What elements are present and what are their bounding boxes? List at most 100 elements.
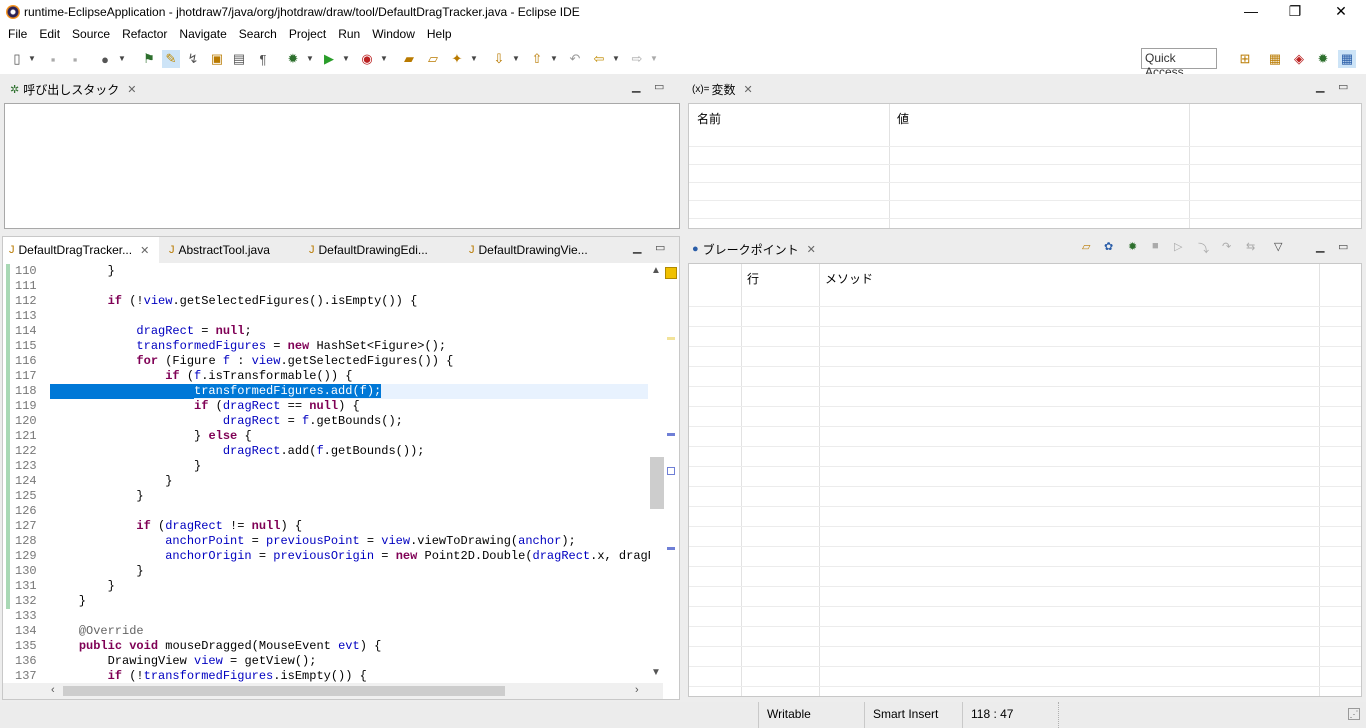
forward-icon[interactable]: ⇨ [628,50,646,68]
step-return-icon[interactable]: ⇆ [1246,240,1255,253]
menu-help[interactable]: Help [421,27,458,41]
menu-refactor[interactable]: Refactor [116,27,173,41]
code-line[interactable]: 129 anchorOrigin = previousOrigin = new … [6,549,650,564]
debug-icon[interactable]: ✹ [1128,240,1137,253]
run-dropdown-icon[interactable]: ▼ [342,50,350,68]
show-whitespace-icon[interactable]: ¶ [254,50,272,68]
quick-access-field[interactable]: Quick Access [1141,48,1217,79]
new-java-project-icon[interactable]: ▰ [400,50,418,68]
last-edit-location-icon[interactable]: ↶ [566,50,584,68]
menu-project[interactable]: Project [283,27,332,41]
code-line[interactable]: 133 [6,609,650,624]
java-perspective-icon[interactable]: ◈ [1290,50,1308,68]
toggle-breadcrumb-icon[interactable]: ↯ [184,50,202,68]
vertical-scrollbar-thumb[interactable] [650,457,664,509]
minimize-button[interactable]: — [1228,0,1274,24]
code-line[interactable]: 110 } [6,264,650,279]
mark-occurrences-icon[interactable]: ✎ [162,50,180,68]
menu-source[interactable]: Source [66,27,116,41]
tab-variables[interactable]: (x)= 変数 ✕ [686,76,759,102]
variables-table[interactable]: 名前 値 [688,103,1362,229]
next-annotation-icon[interactable]: ⇩ [490,50,508,68]
minimize-view-icon[interactable]: ▁ [1316,80,1324,93]
code-line[interactable]: 117 if (f.isTransformable()) { [6,369,650,384]
scroll-up-icon[interactable]: ▲ [651,265,661,276]
column-header-line[interactable]: 行 [747,270,759,287]
code-line[interactable]: 118 transformedFigures.add(f); [6,384,650,399]
step-over-icon[interactable]: ↷ [1222,240,1231,253]
editor-tab-defaultdragtracker[interactable]: J DefaultDragTracker... ✕ [3,237,159,263]
overview-marker[interactable] [667,337,675,340]
tab-breakpoints[interactable]: ● ブレークポイント ✕ [686,236,822,262]
maximize-view-icon[interactable]: ▭ [1338,80,1348,93]
back-dropdown-icon[interactable]: ▼ [612,50,620,68]
search-icon[interactable]: ✦ [448,50,466,68]
scroll-down-icon[interactable]: ▼ [651,667,661,678]
minimize-view-icon[interactable]: ▁ [633,241,641,254]
menu-window[interactable]: Window [366,27,421,41]
view-menu-icon[interactable]: ▽ [1274,240,1282,253]
link-icon[interactable]: ✿ [1104,240,1113,253]
code-line[interactable]: 131 } [6,579,650,594]
restore-button[interactable]: ❐ [1272,0,1318,24]
column-header-name[interactable]: 名前 [697,110,721,127]
code-line[interactable]: 111 [6,279,650,294]
close-button[interactable]: ✕ [1318,0,1364,24]
code-line[interactable]: 115 transformedFigures = new HashSet<Fig… [6,339,650,354]
code-line[interactable]: 132 } [6,594,650,609]
maximize-view-icon[interactable]: ▭ [654,80,664,93]
external-tools-dropdown-icon[interactable]: ▼ [380,50,388,68]
debug-icon[interactable]: ✹ [284,50,302,68]
minimize-view-icon[interactable]: ▁ [1316,240,1324,253]
code-editor[interactable]: 110 } 111 112 if (!view.getSelectedFigures… [6,264,650,684]
overview-warning-marker[interactable] [665,267,677,279]
previous-annotation-icon[interactable]: ⇧ [528,50,546,68]
forward-dropdown-icon[interactable]: ▼ [650,50,658,68]
overview-marker[interactable] [667,547,675,550]
back-icon[interactable]: ⇦ [590,50,608,68]
resume-icon[interactable]: ▷ [1174,240,1182,253]
profile-dropdown-icon[interactable]: ▼ [118,50,126,68]
import-breakpoints-icon[interactable]: ▱ [1082,240,1090,253]
code-line[interactable]: 134 @Override [6,624,650,639]
search-dropdown-icon[interactable]: ▼ [470,50,478,68]
minimize-view-icon[interactable]: ▁ [632,80,640,93]
code-line[interactable]: 130 } [6,564,650,579]
maximize-view-icon[interactable]: ▭ [655,241,665,254]
code-line[interactable]: 120 dragRect = f.getBounds(); [6,414,650,429]
next-annotation-dropdown-icon[interactable]: ▼ [512,50,520,68]
open-type-icon[interactable]: ▣ [208,50,226,68]
code-line[interactable]: 125 } [6,489,650,504]
close-icon[interactable]: ✕ [807,243,816,256]
code-line[interactable]: 119 if (dragRect == null) { [6,399,650,414]
external-tools-icon[interactable]: ◉ [358,50,376,68]
debug-perspective-icon[interactable]: ✹ [1314,50,1332,68]
code-line[interactable]: 123 } [6,459,650,474]
profile-icon[interactable]: ● [96,50,114,68]
progress-icon[interactable]: ⋰ [1348,708,1360,720]
code-line[interactable]: 135 public void mouseDragged(MouseEvent … [6,639,650,654]
debug-dropdown-icon[interactable]: ▼ [306,50,314,68]
horizontal-scrollbar-thumb[interactable] [63,686,505,696]
code-line[interactable]: 127 if (dragRect != null) { [6,519,650,534]
code-line[interactable]: 124 } [6,474,650,489]
open-folder-icon[interactable]: ▱ [424,50,442,68]
overview-marker[interactable] [667,467,675,475]
java-ee-perspective-icon[interactable]: ▦ [1266,50,1284,68]
callstack-tree[interactable] [4,103,680,229]
block-selection-icon[interactable]: ▤ [230,50,248,68]
close-icon[interactable]: ✕ [127,83,136,96]
terminate-icon[interactable]: ■ [1152,240,1159,252]
editor-tab-abstracttool[interactable]: J AbstractTool.java [163,237,276,263]
code-line[interactable]: 114 dragRect = null; [6,324,650,339]
code-line[interactable]: 137 if (!transformedFigures.isEmpty()) { [6,669,650,684]
editor-tab-defaultdrawingview[interactable]: J DefaultDrawingVie... [463,237,594,263]
scroll-right-icon[interactable]: › [635,684,639,696]
new-dropdown-icon[interactable]: ▼ [28,50,36,68]
menu-navigate[interactable]: Navigate [173,27,232,41]
resource-perspective-icon[interactable]: ▦ [1338,50,1356,68]
scroll-left-icon[interactable]: ‹ [51,684,55,696]
code-line[interactable]: 126 [6,504,650,519]
skip-breakpoints-icon[interactable]: ⚑ [140,50,158,68]
column-header-value[interactable]: 値 [897,110,909,127]
